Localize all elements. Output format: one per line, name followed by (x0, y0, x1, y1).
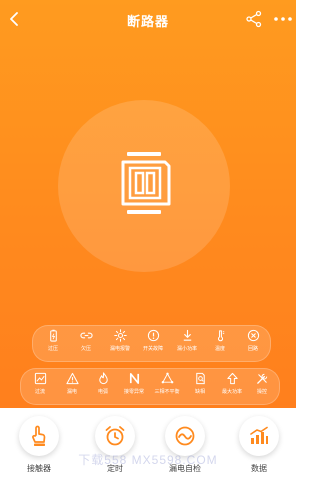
param-control[interactable]: 操控 (245, 372, 279, 404)
alert-circle-icon (147, 329, 159, 342)
param-overcurrent[interactable]: 过流 (23, 372, 57, 404)
param-label: 缺相 (194, 389, 205, 395)
status-indicator-bar: 过压 欠压 漏电报警 开关故障 漏小功率 温度 回路 (32, 325, 271, 362)
flame-icon (98, 372, 108, 385)
param-neutral-abnormal[interactable]: 接零异常 (117, 372, 151, 404)
bar-chart-icon (250, 426, 268, 444)
share-button[interactable] (245, 10, 263, 28)
param-phase-loss[interactable]: 缺相 (183, 372, 217, 404)
document-search-icon (195, 372, 205, 385)
gauge-check-icon (175, 426, 195, 446)
nav-timer-button[interactable] (95, 416, 135, 456)
param-label: 电弧 (97, 389, 108, 395)
status-label: 过压 (47, 346, 58, 352)
nav-leakage-selftest[interactable]: 漏电自检 (160, 416, 210, 476)
status-circuit[interactable]: 回路 (236, 329, 270, 361)
nav-selftest-button[interactable] (165, 416, 205, 456)
nav-label: 接触器 (27, 464, 51, 473)
param-label: 操控 (256, 389, 267, 395)
nav-contactor-button[interactable] (19, 416, 59, 456)
param-label: 最大功率 (221, 389, 242, 395)
param-label: 接零异常 (123, 389, 144, 395)
main-panel: 断路器 过压 欠压 漏电报警 开关故障 漏小功率 温度 回路 过流 漏电 电弧 … (0, 0, 296, 408)
upload-arrow-icon (226, 372, 238, 385)
nav-contactor[interactable]: 接触器 (14, 416, 64, 476)
circuit-breaker-button[interactable] (115, 150, 177, 216)
status-leakage-alarm[interactable]: 漏电报警 (103, 329, 137, 361)
status-temperature[interactable]: 温度 (203, 329, 237, 361)
param-leakage[interactable]: 漏电 (55, 372, 89, 404)
tools-icon (256, 373, 267, 384)
alarm-clock-icon (105, 426, 125, 446)
spark-icon (113, 329, 127, 342)
param-max-power[interactable]: 最大功率 (215, 372, 249, 404)
status-undervoltage[interactable]: 欠压 (69, 329, 103, 361)
download-arrow-icon (183, 329, 191, 341)
link-broken-icon (79, 332, 93, 339)
battery-icon (49, 329, 57, 342)
param-label: 过流 (34, 389, 45, 395)
bottom-nav-bar: 接触器 定时 漏电自检 数据 (0, 408, 296, 477)
nav-label: 定时 (107, 464, 123, 473)
status-low-power[interactable]: 漏小功率 (170, 329, 204, 361)
triangle-nodes-icon (161, 372, 173, 384)
param-label: 漏电 (66, 389, 77, 395)
touch-hand-icon (32, 425, 46, 446)
header-bar: 断路器 (0, 0, 296, 40)
more-horizontal-icon (274, 17, 292, 21)
nav-timer[interactable]: 定时 (90, 416, 140, 476)
status-label: 漏小功率 (176, 346, 197, 352)
status-switch-fault[interactable]: 开关故障 (136, 329, 170, 361)
status-overvoltage[interactable]: 过压 (36, 329, 70, 361)
param-phase-imbalance[interactable]: 三相不平衡 (150, 372, 184, 404)
warning-triangle-icon (65, 372, 79, 385)
parameter-indicator-bar: 过流 漏电 电弧 接零异常 三相不平衡 缺相 最大功率 操控 (20, 368, 280, 405)
status-label: 欠压 (80, 346, 91, 352)
nav-label: 数据 (251, 464, 267, 473)
status-label: 漏电报警 (109, 346, 130, 352)
share-icon (246, 10, 262, 28)
close-circle-icon (247, 329, 259, 342)
status-label: 开关故障 (142, 346, 163, 352)
n-letter-icon (129, 373, 139, 384)
circuit-breaker-icon (121, 152, 171, 214)
status-label: 回路 (247, 346, 258, 352)
thermometer-icon (217, 330, 224, 342)
param-arc[interactable]: 电弧 (86, 372, 120, 404)
more-button[interactable] (273, 10, 293, 28)
image-trend-icon (34, 372, 46, 385)
nav-label: 漏电自检 (169, 464, 201, 473)
nav-data-button[interactable] (239, 416, 279, 456)
status-label: 温度 (214, 346, 225, 352)
nav-data[interactable]: 数据 (234, 416, 284, 476)
param-label: 三相不平衡 (154, 389, 180, 395)
